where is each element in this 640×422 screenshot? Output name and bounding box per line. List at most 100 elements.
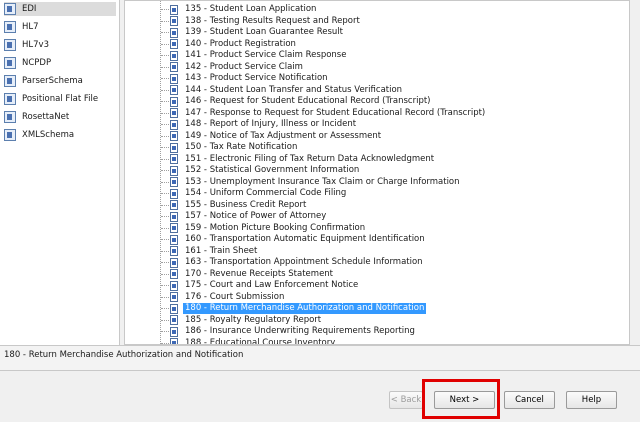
- tree-connector: [161, 89, 169, 91]
- schema-type-list: EDI HL7 HL7v3 NCPDP ParserSchema Positional F…: [0, 0, 120, 345]
- tree-row[interactable]: 163 - Transportation Appointment Schedul…: [161, 257, 425, 269]
- tree-connector: [161, 273, 169, 275]
- tree-row[interactable]: 188 - Educational Course Inventory: [161, 338, 337, 344]
- document-icon: [170, 303, 178, 314]
- tree-row-label: 142 - Product Service Claim: [185, 61, 303, 72]
- document-icon: [170, 108, 178, 119]
- tree-row-label: 138 - Testing Results Request and Report: [185, 15, 360, 26]
- schema-item[interactable]: XMLSchema: [4, 128, 74, 142]
- schema-item[interactable]: HL7v3: [4, 38, 49, 52]
- help-button[interactable]: Help: [566, 391, 617, 409]
- tree-row[interactable]: 180 - Return Merchandise Authorization a…: [161, 303, 427, 315]
- schema-item[interactable]: ParserSchema: [4, 74, 83, 88]
- document-icon: [170, 73, 178, 84]
- document-icon: [170, 119, 178, 130]
- tree-row-label: 143 - Product Service Notification: [185, 73, 328, 84]
- tree-connector: [161, 204, 169, 206]
- tree-row[interactable]: 148 - Report of Injury, Illness or Incid…: [161, 119, 358, 131]
- document-icon: [170, 338, 178, 344]
- tree-row[interactable]: 138 - Testing Results Request and Report: [161, 16, 362, 28]
- cancel-button[interactable]: Cancel: [504, 391, 555, 409]
- tree-connector: [161, 239, 169, 241]
- document-icon: [170, 96, 178, 107]
- tree-row-label: 163 - Transportation Appointment Schedul…: [185, 257, 423, 268]
- tree-row[interactable]: 176 - Court Submission: [161, 292, 286, 304]
- schema-item[interactable]: Positional Flat File: [4, 92, 98, 106]
- tree-connector: [161, 20, 169, 22]
- tree-row[interactable]: 135 - Student Loan Application: [161, 4, 318, 16]
- tree-connector: [161, 101, 169, 103]
- tree-row[interactable]: 175 - Court and Law Enforcement Notice: [161, 280, 360, 292]
- schema-folder-icon: [4, 39, 16, 51]
- schema-item-label: RosettaNet: [22, 112, 70, 122]
- schema-folder-icon: [4, 111, 16, 123]
- tree-row[interactable]: 149 - Notice of Tax Adjustment or Assess…: [161, 131, 383, 143]
- tree-row[interactable]: 186 - Insurance Underwriting Requirement…: [161, 326, 417, 338]
- tree-row-label: 180 - Return Merchandise Authorization a…: [183, 303, 427, 315]
- tree-connector: [161, 216, 169, 218]
- tree-row[interactable]: 140 - Product Registration: [161, 39, 298, 51]
- tree-row-label: 185 - Royalty Regulatory Report: [185, 314, 322, 325]
- tree-row-label: 176 - Court Submission: [185, 291, 285, 302]
- tree-row[interactable]: 159 - Motion Picture Booking Confirmatio…: [161, 223, 367, 235]
- tree-row-label: 155 - Business Credit Report: [185, 199, 307, 210]
- tree-connector: [161, 66, 169, 68]
- document-icon: [170, 234, 178, 245]
- tree-row-label: 152 - Statistical Government Information: [185, 165, 360, 176]
- document-icon: [170, 4, 178, 15]
- back-button[interactable]: < Back: [389, 391, 423, 409]
- tree-row[interactable]: 154 - Uniform Commercial Code Filing: [161, 188, 348, 200]
- tree-row[interactable]: 141 - Product Service Claim Response: [161, 50, 348, 62]
- tree-row-label: 139 - Student Loan Guarantee Result: [185, 27, 343, 38]
- tree-row-label: 153 - Unemployment Insurance Tax Claim o…: [185, 176, 460, 187]
- schema-item[interactable]: EDI: [4, 2, 116, 16]
- tree-row-label: 154 - Uniform Commercial Code Filing: [185, 188, 347, 199]
- document-icon: [170, 131, 178, 142]
- tree-connector: [161, 227, 169, 229]
- schema-item-label: NCPDP: [22, 58, 52, 68]
- tree-row[interactable]: 153 - Unemployment Insurance Tax Claim o…: [161, 177, 462, 189]
- tree-row-label: 148 - Report of Injury, Illness or Incid…: [185, 119, 357, 130]
- tree-row[interactable]: 144 - Student Loan Transfer and Status V…: [161, 85, 404, 97]
- tree-row[interactable]: 142 - Product Service Claim: [161, 62, 305, 74]
- schema-item[interactable]: RosettaNet: [4, 110, 69, 124]
- document-icon: [170, 27, 178, 38]
- tree-row[interactable]: 143 - Product Service Notification: [161, 73, 330, 85]
- tree-connector: [161, 262, 169, 264]
- document-icon: [170, 188, 178, 199]
- tree-row[interactable]: 139 - Student Loan Guarantee Result: [161, 27, 345, 39]
- tree-connector: [161, 170, 169, 172]
- document-icon: [170, 280, 178, 291]
- tree-row[interactable]: 161 - Train Sheet: [161, 246, 259, 258]
- tree-row-label: 170 - Revenue Receipts Statement: [185, 268, 334, 279]
- schema-item[interactable]: HL7: [4, 20, 39, 34]
- tree-row[interactable]: 152 - Statistical Government Information: [161, 165, 361, 177]
- tree-row[interactable]: 155 - Business Credit Report: [161, 200, 308, 212]
- tree-row[interactable]: 147 - Response to Request for Student Ed…: [161, 108, 487, 120]
- tree-row[interactable]: 160 - Transportation Automatic Equipment…: [161, 234, 427, 246]
- tree-row-label: 140 - Product Registration: [185, 38, 296, 49]
- tree-row[interactable]: 151 - Electronic Filing of Tax Return Da…: [161, 154, 436, 166]
- document-icon: [170, 177, 178, 188]
- tree-row[interactable]: 150 - Tax Rate Notification: [161, 142, 299, 154]
- tree-row[interactable]: 185 - Royalty Regulatory Report: [161, 315, 323, 327]
- tree-row-label: 159 - Motion Picture Booking Confirmatio…: [185, 222, 366, 233]
- tree-row[interactable]: 170 - Revenue Receipts Statement: [161, 269, 335, 281]
- tree-row[interactable]: 146 - Request for Student Educational Re…: [161, 96, 433, 108]
- document-icon: [170, 16, 178, 27]
- schema-item-label: EDI: [22, 4, 37, 14]
- tree-row-label: 135 - Student Loan Application: [185, 4, 317, 15]
- description-text: 180 - Return Merchandise Authorization a…: [4, 350, 244, 360]
- document-icon: [170, 257, 178, 268]
- tree-row-label: 147 - Response to Request for Student Ed…: [185, 107, 486, 118]
- tree-connector: [161, 32, 169, 34]
- tree-connector: [161, 308, 169, 310]
- next-button-highlight: [422, 379, 500, 419]
- tree-row[interactable]: 157 - Notice of Power of Attorney: [161, 211, 328, 223]
- document-icon: [170, 200, 178, 211]
- tree-connector: [161, 193, 169, 195]
- tree-connector: [161, 296, 169, 298]
- schema-item[interactable]: NCPDP: [4, 56, 51, 70]
- tree-connector: [161, 9, 169, 11]
- schema-item-label: HL7v3: [22, 40, 49, 50]
